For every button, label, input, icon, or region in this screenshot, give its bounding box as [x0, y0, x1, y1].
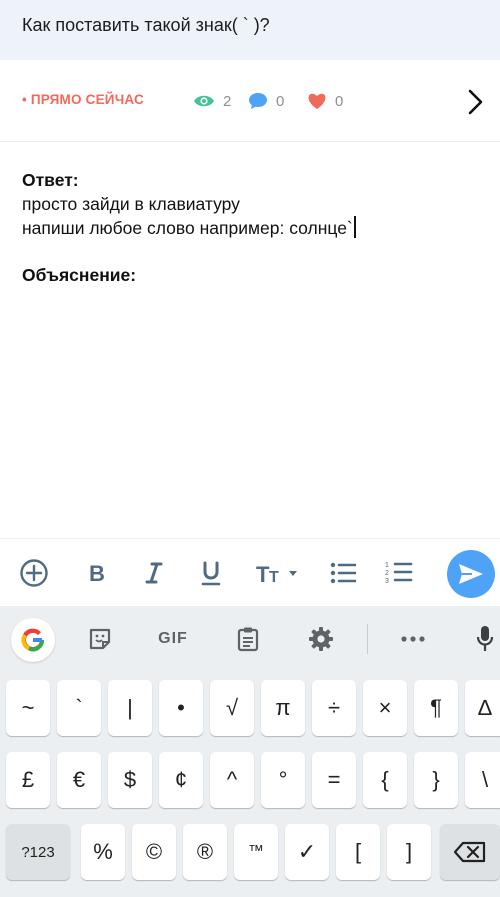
key-dollar[interactable]: $ — [108, 752, 152, 808]
meta-row: • ПРЯМО СЕЙЧАС 2 0 0 — [0, 60, 500, 142]
key-pound[interactable]: £ — [6, 752, 50, 808]
comments-count: 0 — [276, 92, 285, 110]
key-right-brace[interactable]: } — [414, 752, 458, 808]
google-button[interactable] — [11, 618, 55, 662]
voice-input-button[interactable] — [474, 624, 496, 654]
key-sqrt[interactable]: √ — [210, 680, 254, 736]
key-caret[interactable]: ^ — [210, 752, 254, 808]
gear-icon — [309, 627, 333, 651]
formatting-toolbar: B T T 1 2 3 — [0, 538, 500, 606]
bullet-list-icon — [330, 562, 357, 584]
key-checkmark[interactable]: ✓ — [285, 824, 329, 880]
question-header: Как поставить такой знак( ` )? — [0, 0, 500, 60]
underline-button[interactable] — [195, 557, 227, 589]
svg-text:T: T — [269, 569, 279, 586]
key-pi[interactable]: π — [261, 680, 305, 736]
live-label: • ПРЯМО СЕЙЧАС — [22, 92, 144, 107]
question-title: Как поставить такой знак( ` )? — [22, 15, 270, 35]
send-button[interactable] — [447, 550, 495, 598]
views-stat: 2 — [193, 90, 231, 112]
text-cursor — [353, 216, 356, 238]
google-icon — [21, 628, 44, 652]
send-icon — [459, 564, 483, 584]
key-numbers-mode[interactable]: ?123 — [6, 824, 70, 880]
answer-line-1: просто зайди в клавиатуру — [22, 194, 240, 214]
more-dots-icon — [401, 636, 425, 642]
heart-icon — [308, 93, 326, 109]
key-pipe[interactable]: | — [108, 680, 152, 736]
key-cent[interactable]: ¢ — [159, 752, 203, 808]
key-copyright[interactable]: © — [132, 824, 176, 880]
key-left-bracket[interactable]: [ — [336, 824, 380, 880]
answer-line-2: напиши любое слово например: солнце` — [22, 218, 353, 238]
text-size-button[interactable]: T T — [256, 557, 302, 589]
gif-button[interactable]: GIF — [153, 624, 193, 654]
underline-icon — [201, 561, 221, 586]
keyboard-top-bar: GIF — [0, 606, 500, 672]
settings-button[interactable] — [307, 624, 335, 654]
key-bullet[interactable]: • — [159, 680, 203, 736]
key-backslash[interactable]: \ — [465, 752, 500, 808]
svg-text:3: 3 — [385, 578, 389, 585]
key-equals[interactable]: = — [312, 752, 356, 808]
more-options-button[interactable] — [398, 624, 428, 654]
sticker-icon — [89, 628, 111, 650]
key-backtick[interactable]: ` — [57, 680, 101, 736]
add-icon — [20, 559, 48, 587]
bold-button[interactable]: B — [81, 557, 113, 589]
key-multiply[interactable]: × — [363, 680, 407, 736]
text-size-icon: T T — [256, 562, 297, 586]
symbol-keyboard: ~ ` | • √ π ÷ × ¶ ∆ £ € $ ¢ ^ ° = { } \ … — [0, 672, 500, 897]
sticker-button[interactable] — [86, 624, 114, 654]
eye-icon — [194, 95, 214, 107]
answer-line-2-wrap: напиши любое слово например: солнце` — [22, 216, 492, 240]
key-registered[interactable]: ® — [183, 824, 227, 880]
key-right-bracket[interactable]: ] — [387, 824, 431, 880]
svg-text:B: B — [89, 561, 105, 585]
backspace-icon — [454, 841, 486, 863]
clipboard-button[interactable] — [234, 624, 262, 654]
explanation-heading: Объяснение: — [22, 265, 137, 285]
svg-text:T: T — [256, 562, 270, 586]
key-divide[interactable]: ÷ — [312, 680, 356, 736]
key-delta[interactable]: ∆ — [465, 680, 500, 736]
likes-count: 0 — [335, 92, 344, 110]
comments-stat: 0 — [248, 90, 284, 112]
microphone-icon — [476, 626, 494, 651]
italic-icon — [145, 562, 163, 584]
key-pilcrow[interactable]: ¶ — [414, 680, 458, 736]
key-euro[interactable]: € — [57, 752, 101, 808]
toolbar-divider — [367, 624, 368, 654]
key-tilde[interactable]: ~ — [6, 680, 50, 736]
answer-heading: Ответ: — [22, 170, 79, 190]
svg-text:1: 1 — [385, 562, 389, 569]
key-backspace[interactable] — [440, 824, 500, 880]
add-button[interactable] — [18, 557, 50, 589]
bold-icon: B — [89, 561, 105, 585]
chevron-right-icon[interactable] — [464, 89, 486, 115]
comment-icon — [249, 93, 267, 109]
key-degree[interactable]: ° — [261, 752, 305, 808]
key-trademark[interactable]: ™ — [234, 824, 278, 880]
svg-text:2: 2 — [385, 570, 389, 577]
numbered-list-icon: 1 2 3 — [385, 562, 413, 585]
likes-stat: 0 — [307, 90, 343, 112]
numbered-list-button[interactable]: 1 2 3 — [383, 557, 415, 589]
key-left-brace[interactable]: { — [363, 752, 407, 808]
bullet-list-button[interactable] — [327, 557, 359, 589]
views-count: 2 — [223, 92, 232, 110]
key-percent[interactable]: % — [81, 824, 125, 880]
answer-editor[interactable]: Ответ: просто зайди в клавиатуру напиши … — [22, 168, 492, 240]
italic-button[interactable] — [138, 557, 170, 589]
clipboard-icon — [237, 627, 259, 652]
